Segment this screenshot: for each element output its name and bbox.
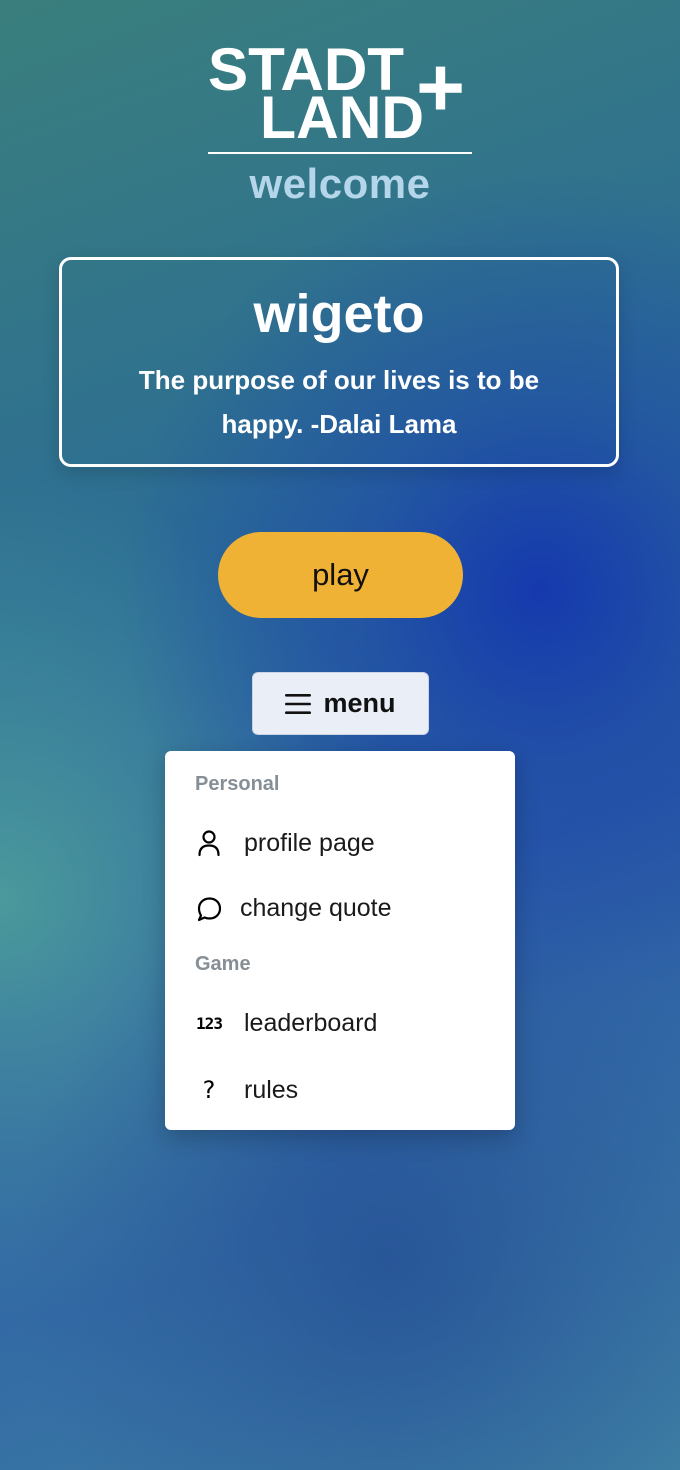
question-mark-icon: ? [202, 1076, 216, 1104]
menu-item-label: rules [244, 1075, 299, 1104]
menu-item-label: change quote [240, 893, 392, 922]
menu-button[interactable]: menu [252, 672, 429, 735]
menu-item-change-quote[interactable]: change quote [165, 880, 515, 936]
menu-item-leaderboard[interactable]: 123 leaderboard [165, 995, 515, 1051]
menu-dropdown: Personal profile page change quote Game … [165, 751, 515, 1130]
speech-bubble-icon [195, 894, 223, 922]
numbers-123-icon: 123 [196, 1013, 223, 1033]
menu-item-profile-page[interactable]: profile page [165, 815, 515, 871]
stadt-land-plus-logo: STADT LAND + [208, 42, 472, 154]
menu-item-rules[interactable]: ? rules [165, 1062, 515, 1118]
username: wigeto [253, 284, 425, 344]
section-header-game: Game [195, 953, 251, 975]
menu-item-label: profile page [244, 828, 375, 857]
user-icon [195, 829, 223, 857]
logo-line2: LAND [260, 84, 424, 151]
menu-label: menu [323, 688, 396, 718]
play-button[interactable]: play [218, 532, 463, 618]
menu-item-label: leaderboard [244, 1008, 378, 1037]
logo-divider [208, 152, 472, 154]
welcome-heading: welcome [249, 160, 431, 207]
user-quote: The purpose of our lives is to be happy.… [138, 365, 540, 439]
logo-plus: + [416, 42, 465, 134]
section-header-personal: Personal [195, 773, 280, 795]
hamburger-icon [285, 693, 312, 714]
user-card: wigeto The purpose of our lives is to be… [59, 257, 619, 467]
